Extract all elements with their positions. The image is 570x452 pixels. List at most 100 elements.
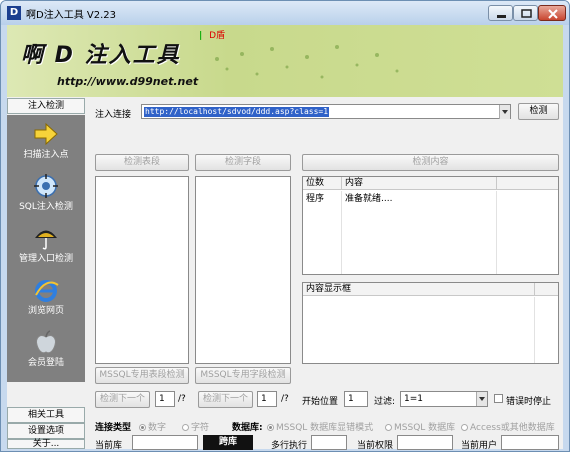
current-db-field[interactable] — [132, 435, 198, 450]
window-title: 啊D注入工具 V2.23 — [26, 10, 116, 21]
permission-field[interactable] — [397, 435, 453, 450]
filter-select[interactable]: 1=1 — [400, 391, 488, 407]
column-divider — [534, 297, 535, 363]
chevron-down-icon[interactable] — [476, 392, 487, 406]
inject-url-input[interactable]: http://localhost/sdvod/ddd.asp?class=1 — [141, 104, 511, 119]
detect-fields-button[interactable]: 检测字段 — [195, 154, 291, 171]
sidebar-item-scan[interactable]: 扫描注入点 — [7, 121, 85, 171]
radio-mssql-error[interactable]: MSSQL 数据库显错模式 — [267, 420, 373, 433]
chevron-down-icon[interactable] — [499, 105, 510, 119]
sidebar-item-label: 会员登陆 — [27, 358, 64, 368]
ie-icon — [35, 280, 59, 302]
mssql-fields-button[interactable]: MSSQL专用字段检测 — [195, 367, 291, 384]
detect-button[interactable]: 检测 — [518, 103, 559, 120]
inject-url-label: 注入连接 — [95, 110, 132, 120]
sidebar: 注入检测 扫描注入点 SQL注入检测 管理入口检测 浏览网页 会员登陆 相关工具… — [7, 98, 85, 449]
filter-label: 过滤: — [374, 397, 396, 407]
restore-button[interactable] — [513, 5, 538, 21]
sidebar-item-label: 管理入口检测 — [18, 254, 73, 264]
dshield-label: D盾 — [209, 31, 226, 41]
tab-settings[interactable]: 设置选项 — [7, 423, 85, 439]
close-button[interactable] — [538, 5, 566, 21]
sidebar-item-login[interactable]: 会员登陆 — [7, 329, 85, 379]
status-indicator: | — [199, 31, 203, 41]
table-index-total: /? — [178, 394, 186, 404]
app-window: D 啊D注入工具 V2.23 | D盾 啊 D 注入工具 http://www.… — [0, 0, 570, 452]
column-header-digits: 位数 — [306, 178, 325, 188]
inject-url-value: http://localhost/sdvod/ddd.asp?class=1 — [144, 107, 330, 117]
main-panel: 注入连接 http://localhost/sdvod/ddd.asp?clas… — [87, 98, 563, 451]
logo-text: 啊 D 注入工具 — [21, 43, 181, 68]
sidebar-panel: 扫描注入点 SQL注入检测 管理入口检测 浏览网页 会员登陆 — [7, 115, 85, 382]
radio-numeric[interactable]: 数字 — [139, 420, 166, 433]
permission-label: 当前权限 — [357, 441, 394, 451]
close-icon — [548, 9, 558, 19]
mssql-tables-button[interactable]: MSSQL专用表段检测 — [95, 367, 189, 384]
radio-icon — [182, 424, 189, 431]
title-bar[interactable]: D 啊D注入工具 V2.23 — [1, 1, 569, 25]
field-index-total: /? — [281, 394, 289, 404]
radio-label: MSSQL 数据库 — [394, 423, 456, 433]
current-user-field[interactable] — [501, 435, 559, 450]
result-table-header: 位数 内容 — [303, 177, 558, 190]
app-icon: D — [7, 6, 21, 20]
content-box-header: 内容显示框 — [303, 283, 558, 296]
radio-icon — [461, 424, 468, 431]
minimize-button[interactable] — [488, 5, 513, 21]
cross-db-button[interactable]: 跨库 — [203, 435, 253, 450]
banner: | D盾 啊 D 注入工具 http://www.d99net.net — [7, 25, 563, 97]
multi-exec-label: 多行执行 — [271, 441, 308, 451]
next-table-button[interactable]: 检测下一个 — [95, 391, 150, 408]
tab-inject-detect[interactable]: 注入检测 — [7, 98, 85, 114]
start-position-label: 开始位置 — [302, 397, 339, 407]
radio-icon — [139, 424, 146, 431]
table-index-input[interactable]: 1 — [155, 391, 175, 407]
tab-about[interactable]: 关于... — [7, 439, 85, 449]
tables-list[interactable] — [95, 176, 189, 364]
column-divider — [496, 191, 497, 274]
column-header-content: 内容 — [345, 178, 364, 188]
radio-mssql[interactable]: MSSQL 数据库 — [385, 420, 455, 433]
radio-label: 字符 — [191, 423, 210, 433]
apple-icon — [36, 330, 56, 354]
sidebar-item-browse[interactable]: 浏览网页 — [7, 277, 85, 327]
stop-on-error-label: 错误时停止 — [506, 397, 552, 407]
current-db-label: 当前库 — [95, 441, 123, 451]
stop-on-error-checkbox[interactable] — [494, 394, 503, 403]
cell-digits: 程序 — [306, 194, 325, 204]
fields-list[interactable] — [195, 176, 291, 364]
column-divider — [341, 191, 342, 274]
tab-tools[interactable]: 相关工具 — [7, 407, 85, 423]
sidebar-item-label: SQL注入检测 — [19, 202, 73, 212]
logo-url: http://www.d99net.net — [57, 75, 199, 88]
sidebar-item-label: 扫描注入点 — [23, 150, 69, 160]
start-position-input[interactable]: 1 — [344, 391, 368, 407]
radio-label: 数字 — [148, 423, 167, 433]
radio-string[interactable]: 字符 — [182, 420, 209, 433]
radio-icon — [267, 424, 274, 431]
radio-access[interactable]: Access或其他数据库 — [461, 420, 555, 433]
radio-label: MSSQL 数据库显错模式 — [276, 423, 374, 433]
radio-label: Access或其他数据库 — [470, 423, 555, 433]
detect-tables-button[interactable]: 检测表段 — [95, 154, 189, 171]
radio-icon — [385, 424, 392, 431]
arrow-right-icon — [34, 122, 58, 146]
sidebar-item-label: 浏览网页 — [27, 306, 64, 316]
next-field-button[interactable]: 检测下一个 — [198, 391, 253, 408]
banner-decoration — [215, 45, 399, 79]
restore-icon — [521, 9, 532, 18]
sidebar-item-admin[interactable]: 管理入口检测 — [7, 225, 85, 275]
content-display-box[interactable]: 内容显示框 — [302, 282, 559, 364]
content-box-title: 内容显示框 — [306, 284, 352, 294]
detect-content-button[interactable]: 检测内容 — [302, 154, 559, 171]
banner-badge: | D盾 — [199, 28, 225, 41]
result-table[interactable]: 位数 内容 程序 准备就绪.... — [302, 176, 559, 275]
client-area: | D盾 啊 D 注入工具 http://www.d99net.net 注入检测… — [7, 25, 563, 451]
target-icon — [34, 174, 58, 198]
multi-exec-field[interactable] — [311, 435, 347, 450]
current-user-label: 当前用户 — [461, 441, 498, 451]
umbrella-icon — [35, 230, 57, 250]
minimize-icon — [497, 15, 506, 18]
field-index-input[interactable]: 1 — [257, 391, 277, 407]
sidebar-item-sql[interactable]: SQL注入检测 — [7, 173, 85, 223]
